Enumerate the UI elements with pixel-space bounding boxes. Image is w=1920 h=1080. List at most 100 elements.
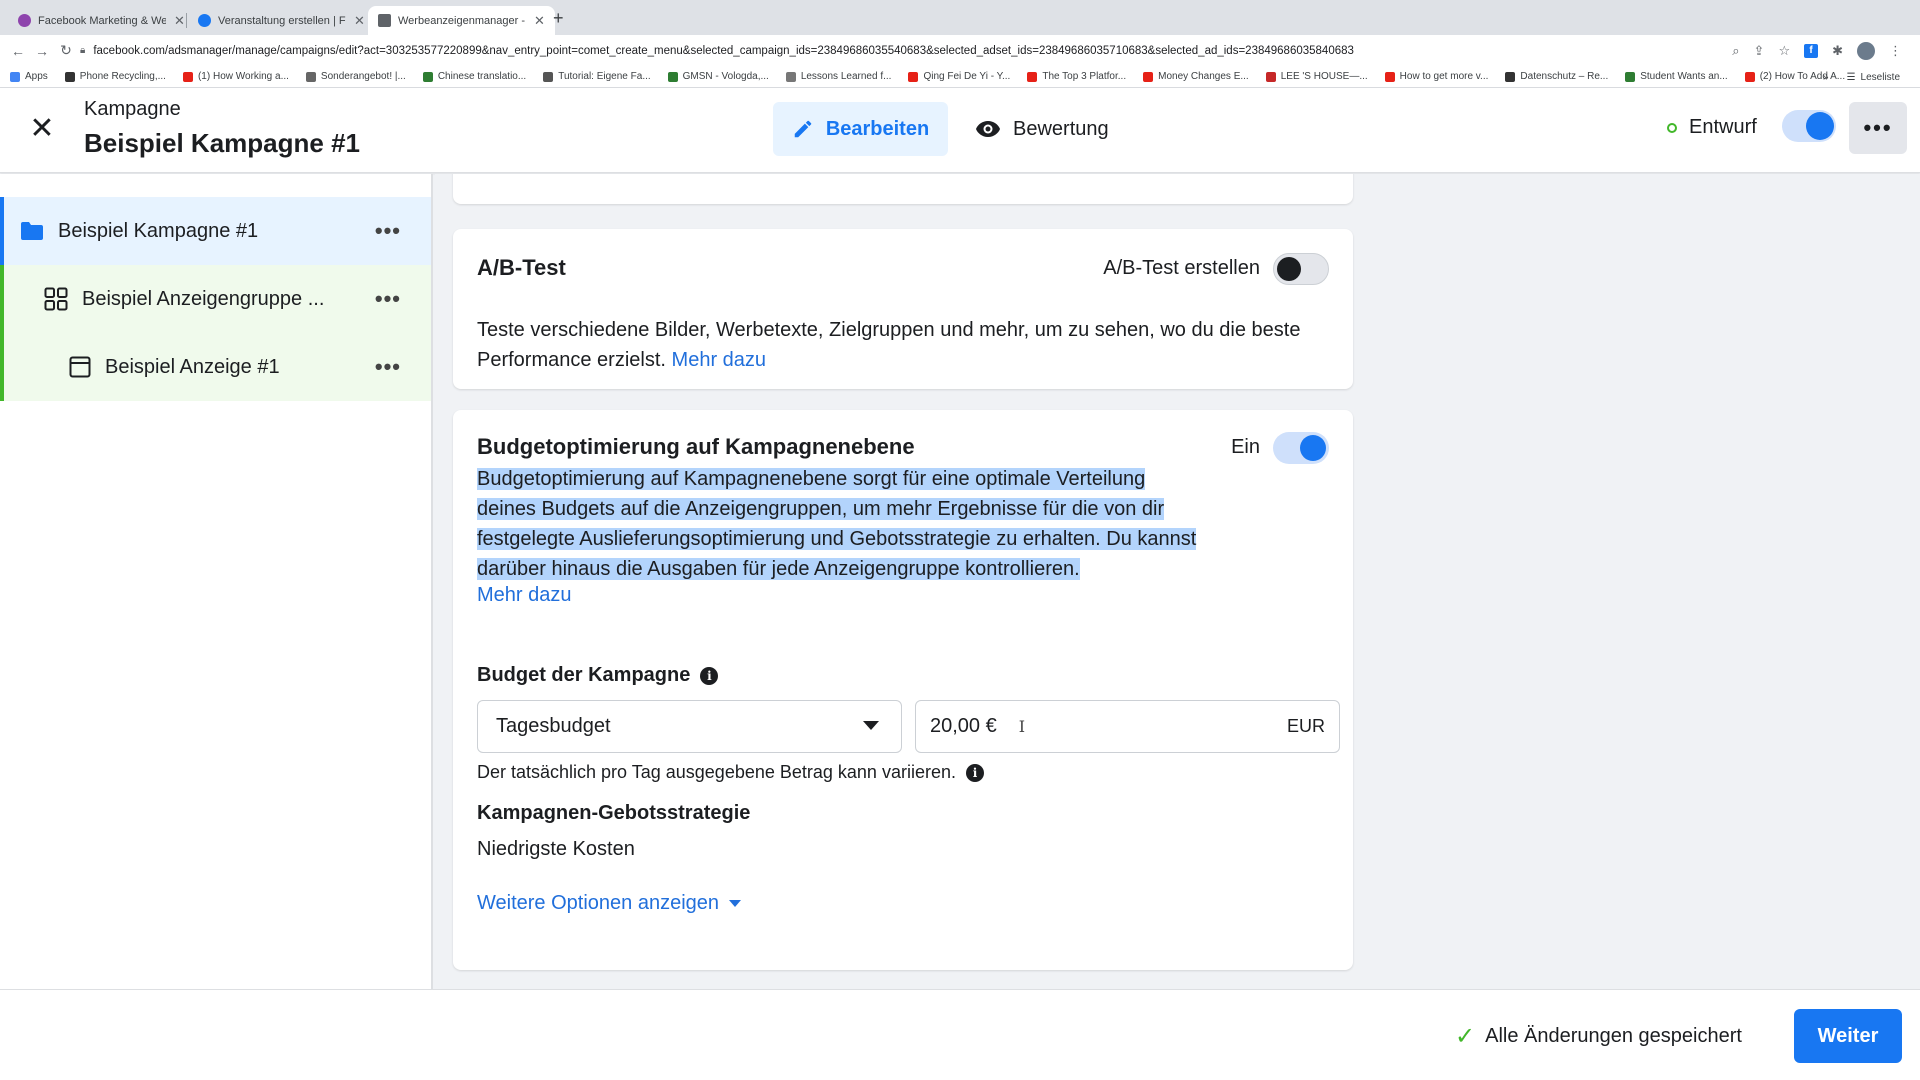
bookmark-favicon-icon [1625, 71, 1636, 82]
info-icon[interactable]: i [700, 666, 719, 685]
budget-optimization-toggle[interactable] [1273, 432, 1329, 464]
bookmark-label: LEE 'S HOUSE—... [1280, 71, 1368, 82]
bookmark-item[interactable]: Apps [10, 71, 48, 82]
bookmarks-overflow-icon[interactable]: » [1823, 72, 1829, 83]
bookmark-label: Money Changes E... [1158, 71, 1249, 82]
more-options-link[interactable]: Weitere Optionen anzeigen [477, 892, 742, 915]
budget-note: Der tatsächlich pro Tag ausgegebene Betr… [477, 762, 984, 783]
ads-manager-favicon-icon [378, 14, 391, 27]
bookmark-item[interactable]: (1) How Working a... [182, 71, 289, 82]
apps-grid-icon [10, 71, 20, 82]
bookmark-label: (1) How Working a... [197, 71, 289, 82]
bookmark-item[interactable]: Chinese translatio... [422, 71, 526, 82]
bookmark-item[interactable]: LEE 'S HOUSE—... [1265, 71, 1368, 82]
edit-button[interactable]: Bearbeiten [773, 102, 948, 156]
address-bar[interactable]: 🔒︎ facebook.com/adsmanager/manage/campai… [80, 38, 1780, 63]
ad-window-icon [69, 356, 91, 378]
next-button[interactable]: Weiter [1794, 1009, 1902, 1063]
facebook-favicon-icon [198, 14, 211, 27]
bookmark-label: Tutorial: Eigene Fa... [558, 71, 651, 82]
bookmark-item[interactable]: Lessons Learned f... [785, 71, 891, 82]
ab-test-toggle-label: A/B-Test erstellen [1103, 257, 1260, 279]
bookmark-label: Apps [25, 71, 48, 82]
bookmark-item[interactable]: Qing Fei De Yi - Y... [908, 71, 1010, 82]
draft-toggle[interactable] [1782, 110, 1836, 142]
share-icon[interactable]: ⇪ [1754, 43, 1765, 59]
sidebar-item-campaign[interactable]: Beispiel Kampagne #1 ••• [0, 197, 431, 265]
reload-icon[interactable]: ↻ [54, 42, 78, 59]
reading-list-label[interactable]: Leseliste [1861, 72, 1900, 83]
ab-test-learn-more-link[interactable]: Mehr dazu [672, 349, 767, 371]
budget-amount-input[interactable]: 20,00 € I EUR [915, 700, 1340, 753]
budget-type-select[interactable]: Tagesbudget [477, 700, 902, 753]
tab-close-icon[interactable]: ✕ [174, 13, 185, 29]
more-options-button[interactable]: ••• [1849, 102, 1907, 154]
eye-icon [976, 121, 1000, 137]
status-badge: Entwurf [1667, 116, 1757, 139]
forward-arrow-icon[interactable]: → [30, 43, 54, 59]
bookmark-item[interactable]: Sonderangebot! |... [305, 71, 406, 82]
tab-separator [186, 13, 187, 28]
tab-close-icon[interactable]: ✕ [534, 13, 545, 29]
bookmark-label: Phone Recycling,... [79, 71, 166, 82]
profile-avatar-icon[interactable] [1857, 41, 1875, 60]
checkmark-icon: ✓ [1455, 1023, 1476, 1050]
more-dots-icon[interactable]: ••• [375, 218, 401, 244]
info-icon[interactable]: i [965, 763, 984, 782]
close-icon[interactable]: ✕ [26, 114, 58, 146]
browser-menu-icon[interactable]: ⋮ [1889, 43, 1902, 59]
saved-status: ✓ Alle Änderungen gespeichert [1455, 1022, 1742, 1051]
browser-tab-2[interactable]: Veranstaltung erstellen | Faceb… ✕ [188, 6, 375, 35]
header-subtitle: Kampagne [84, 98, 181, 120]
toggle-knob [1300, 435, 1326, 461]
bookmark-item[interactable]: Phone Recycling,... [64, 71, 166, 82]
extensions-puzzle-icon[interactable]: ✱ [1832, 43, 1843, 59]
back-arrow-icon[interactable]: ← [6, 43, 30, 59]
bookmark-item[interactable]: Money Changes E... [1143, 71, 1249, 82]
next-button-label: Weiter [1817, 1024, 1879, 1047]
bookmark-item[interactable]: Student Wants an... [1625, 71, 1728, 82]
sidebar-item-label: Beispiel Anzeigengruppe ... [82, 287, 325, 310]
page-title: Beispiel Kampagne #1 [84, 128, 360, 158]
sidebar-item-label: Beispiel Anzeige #1 [105, 355, 280, 378]
tab-label: Facebook Marketing & Werbe… [38, 14, 166, 27]
browser-tab-1[interactable]: Facebook Marketing & Werbe… ✕ [8, 6, 195, 35]
browser-tab-3-active[interactable]: Werbeanzeigenmanager - Wer… ✕ [368, 6, 555, 35]
more-dots-icon[interactable]: ••• [375, 286, 401, 312]
ab-test-toggle[interactable] [1273, 253, 1329, 285]
star-icon[interactable]: ☆ [1778, 43, 1790, 59]
toggle-knob [1806, 112, 1834, 140]
bookmark-item[interactable]: How to get more v... [1384, 71, 1488, 82]
review-button-label: Bewertung [1013, 117, 1109, 140]
bookmark-favicon-icon [1027, 71, 1038, 82]
edit-button-label: Bearbeiten [825, 117, 930, 140]
zoom-icon[interactable]: ⌕ [1732, 43, 1739, 59]
bookmark-favicon-icon [785, 71, 796, 82]
budget-optimization-learn-more-link[interactable]: Mehr dazu [477, 584, 572, 607]
sidebar-item-adset[interactable]: Beispiel Anzeigengruppe ... ••• [0, 265, 431, 333]
bookmark-favicon-icon [422, 71, 433, 82]
bookmark-item[interactable]: Tutorial: Eigene Fa... [543, 71, 651, 82]
bid-strategy-value: Niedrigste Kosten [477, 838, 635, 860]
review-button[interactable]: Bewertung [975, 102, 1109, 156]
budget-optimization-title: Budgetoptimierung auf Kampagnenebene [477, 434, 915, 459]
tab-close-icon[interactable]: ✕ [354, 13, 365, 29]
bookmark-item[interactable]: Datenschutz – Re... [1505, 71, 1608, 82]
sidebar-item-ad[interactable]: Beispiel Anzeige #1 ••• [0, 333, 431, 401]
browser-toolbar-icons: ⌕ ⇪ ☆ f ✱ ⋮ [1732, 35, 1902, 66]
more-dots-icon[interactable]: ••• [375, 354, 401, 380]
bookmark-item[interactable]: GMSN - Vologda,... [667, 71, 769, 82]
new-tab-icon[interactable]: + [553, 8, 564, 29]
bookmark-item[interactable]: The Top 3 Platfor... [1027, 71, 1126, 82]
footer-bar: ✓ Alle Änderungen gespeichert Weiter [0, 989, 1920, 1080]
budget-amount-value: 20,00 € [930, 715, 997, 737]
bookmark-favicon-icon [1384, 71, 1395, 82]
bookmark-label: Qing Fei De Yi - Y... [923, 71, 1011, 82]
tab-label: Werbeanzeigenmanager - Wer… [398, 14, 526, 27]
bookmark-favicon-icon [64, 71, 75, 82]
campaign-budget-label-text: Budget der Kampagne [477, 664, 691, 686]
grid-icon [44, 287, 68, 311]
browser-url-bar: ← → ↻ 🔒︎ facebook.com/adsmanager/manage/… [0, 35, 1920, 66]
currency-label: EUR [1286, 716, 1325, 736]
facebook-extension-icon[interactable]: f [1804, 43, 1819, 58]
